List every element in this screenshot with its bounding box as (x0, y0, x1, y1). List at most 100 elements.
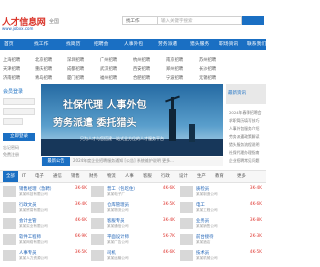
username-field[interactable] (3, 98, 35, 105)
nav-item[interactable]: 猎头服务 (190, 39, 209, 50)
city-link[interactable]: 郑州招聘 (166, 66, 183, 72)
login-button[interactable]: 立即登录 (3, 133, 35, 141)
job-item[interactable]: 人事专员 3K-5K 某某人力资源公司 (19, 250, 87, 260)
news-item[interactable]: 劳务派遣政策解读 (229, 134, 259, 140)
nav-item[interactable]: 职场资讯 (219, 39, 238, 50)
company-name[interactable]: 某某制造公司 (196, 192, 218, 197)
company-logo[interactable] (3, 202, 16, 213)
category-tab[interactable]: 设计 (179, 171, 188, 182)
search-type-select[interactable]: 找工作 (122, 16, 158, 25)
company-logo[interactable] (3, 234, 16, 245)
nav-item[interactable]: 人事外包 (124, 39, 143, 50)
city-link[interactable]: 北京招聘 (35, 57, 52, 63)
company-logo[interactable] (91, 234, 104, 245)
company-name[interactable]: 某某通信公司 (107, 224, 129, 229)
news-item[interactable]: 2024年春季招聘会 (229, 110, 261, 116)
company-logo[interactable] (180, 218, 193, 229)
company-name[interactable]: 某某物流公司 (107, 208, 129, 213)
category-tab[interactable]: IT (22, 171, 26, 182)
company-name[interactable]: 某某贸易有限公司 (19, 208, 48, 213)
city-link[interactable]: 成都招聘 (67, 66, 84, 72)
company-name[interactable]: 某某酒店 (196, 240, 210, 245)
city-link[interactable]: 合肥招聘 (133, 75, 150, 81)
category-tab[interactable]: 生产 (197, 171, 206, 182)
city-link[interactable]: 青岛招聘 (35, 75, 52, 81)
nav-item[interactable]: 首页 (4, 39, 14, 50)
category-tab[interactable]: 电子 (35, 171, 44, 182)
city-link[interactable]: 长沙招聘 (199, 66, 216, 72)
company-logo[interactable] (180, 234, 193, 245)
company-name[interactable]: 某某工程公司 (196, 208, 218, 213)
company-name[interactable]: 某某机械公司 (196, 256, 218, 261)
company-name[interactable]: 某某运输公司 (107, 256, 129, 261)
news-item[interactable]: 求职简历填写技巧 (229, 118, 259, 124)
job-item[interactable]: 司机 4K-6K 某某运输公司 (107, 250, 175, 260)
category-tab[interactable]: 财务 (89, 171, 98, 182)
news-item[interactable]: 猎头服务流程说明 (229, 142, 259, 148)
job-item[interactable]: 行政文员 3K-4K 某某贸易有限公司 (19, 202, 87, 212)
category-tab[interactable]: 全部 (3, 171, 18, 182)
nav-item[interactable]: 找简历 (66, 39, 80, 50)
category-tab[interactable]: 客服 (143, 171, 152, 182)
company-name[interactable]: 某某人力资源公司 (19, 256, 48, 261)
category-tab[interactable]: 物流 (107, 171, 116, 182)
company-logo[interactable] (91, 218, 104, 229)
company-logo[interactable] (3, 186, 16, 197)
job-item[interactable]: 质检员 3K-4K 某某制造公司 (196, 186, 262, 196)
job-item[interactable]: 业务员 3K-8K 某某销售公司 (196, 218, 262, 228)
company-name[interactable]: 某某实业有限公司 (19, 224, 48, 229)
category-tab[interactable]: 人事 (125, 171, 134, 182)
category-tab[interactable]: 销售 (71, 171, 80, 182)
city-link[interactable]: 天津招聘 (3, 66, 20, 72)
city-link[interactable]: 上海招聘 (3, 57, 20, 63)
job-item[interactable]: 仓库管理员 3K-5K 某某物流公司 (107, 202, 175, 212)
company-name[interactable]: 某某电子厂 (107, 192, 125, 197)
job-item[interactable]: 会计主管 4K-6K 某某实业有限公司 (19, 218, 87, 228)
company-logo[interactable] (91, 250, 104, 261)
company-name[interactable]: 某某销售公司 (196, 224, 218, 229)
job-item[interactable]: 销售经理（急聘） 3K-6K 某某科技有限公司 (19, 186, 87, 196)
company-name[interactable]: 某某网络有限公司 (19, 240, 48, 245)
company-logo[interactable] (180, 202, 193, 213)
city-link[interactable]: 广州招聘 (100, 57, 117, 63)
city-link[interactable]: 深圳招聘 (67, 57, 84, 63)
search-input[interactable]: 输入关键字搜索 (158, 16, 242, 25)
notice-text[interactable]: 2024年度企业招聘服务通知 [公告] 系统维护说明 更多... (73, 158, 174, 164)
job-item[interactable]: 普工（包吃住） 4K-6K 某某电子厂 (107, 186, 175, 196)
news-item[interactable]: 企业招聘常见问题 (229, 158, 259, 164)
nav-item[interactable]: 劳务派遣 (158, 39, 177, 50)
job-item[interactable]: 技术员 4K-5K 某某机械公司 (196, 250, 262, 260)
nav-item[interactable]: 招聘会 (94, 39, 108, 50)
captcha-field[interactable] (3, 118, 23, 125)
city-link[interactable]: 无锡招聘 (199, 75, 216, 81)
city-link[interactable]: 福州招聘 (100, 75, 117, 81)
nav-item[interactable]: 找工作 (34, 39, 48, 50)
company-logo[interactable] (180, 250, 193, 261)
city-link[interactable]: 南京招聘 (166, 57, 183, 63)
job-item[interactable]: 电工 4K-6K 某某工程公司 (196, 202, 262, 212)
search-button[interactable] (242, 16, 264, 25)
category-tab[interactable]: 通信 (53, 171, 62, 182)
job-item[interactable]: 平面设计师 5K-7K 某某广告公司 (107, 234, 175, 244)
company-logo[interactable] (91, 202, 104, 213)
notice-tag[interactable]: 最新公告 (42, 157, 70, 166)
city-link[interactable]: 济南招聘 (3, 75, 20, 81)
company-name[interactable]: 某某广告公司 (107, 240, 129, 245)
city-link[interactable]: 杭州招聘 (133, 57, 150, 63)
news-item[interactable]: 社保代理办理指南 (229, 150, 259, 156)
category-tab[interactable]: 行政 (161, 171, 170, 182)
company-name[interactable]: 某某科技有限公司 (19, 192, 48, 197)
category-tab[interactable]: 教育 (215, 171, 224, 182)
job-item[interactable]: 软件工程师 6K-9K 某某网络有限公司 (19, 234, 87, 244)
city-link[interactable]: 西安招聘 (133, 66, 150, 72)
hero-banner[interactable]: 社保代理 人事外包 劳务派遣 委托猎头 只为人才与您搭建一站式全方位的人才服务平… (41, 84, 223, 156)
city-link[interactable]: 武汉招聘 (100, 66, 117, 72)
news-item[interactable]: 人事外包服务介绍 (229, 126, 259, 132)
location-selector[interactable]: 全国 (49, 18, 59, 25)
city-link[interactable]: 重庆招聘 (35, 66, 52, 72)
job-item[interactable]: 客服专员 3K-4K 某某通信公司 (107, 218, 175, 228)
company-logo[interactable] (3, 218, 16, 229)
company-logo[interactable] (3, 250, 16, 261)
job-item[interactable]: 前台接待 2K-3K 某某酒店 (196, 234, 262, 244)
forgot-password-link[interactable]: 忘记密码 (3, 145, 19, 151)
